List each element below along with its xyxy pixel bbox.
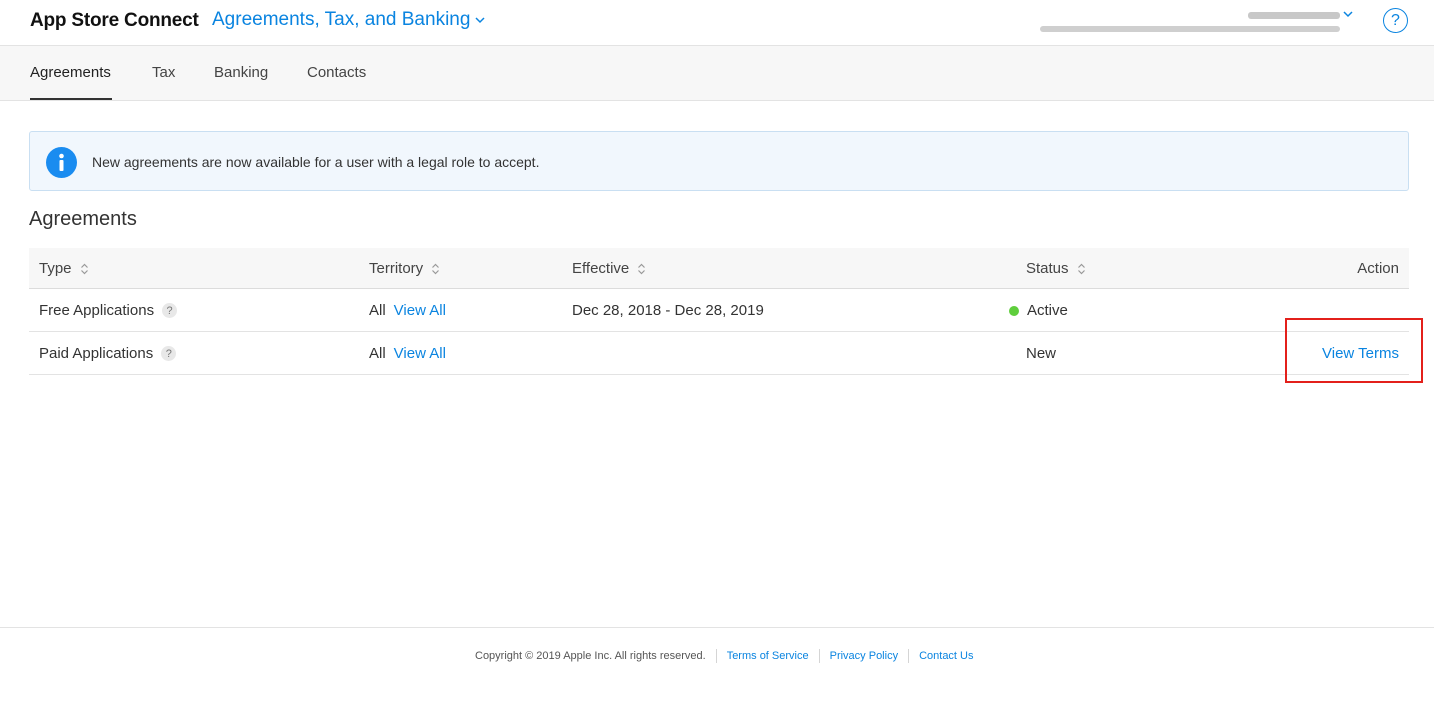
footer: Copyright © 2019 Apple Inc. All rights r… [0, 627, 1434, 706]
tab-agreements[interactable]: Agreements [30, 64, 111, 81]
sort-icon [1077, 263, 1085, 274]
privacy-policy-link[interactable]: Privacy Policy [830, 650, 898, 662]
footer-divider [818, 649, 820, 663]
contact-us-link[interactable]: Contact Us [919, 650, 973, 662]
chevron-down-icon [475, 17, 485, 24]
cell-type: Free Applications ? [39, 302, 178, 319]
column-header-status[interactable]: Status [1026, 260, 1086, 277]
cell-type: Paid Applications ? [39, 345, 177, 362]
tab-banking[interactable]: Banking [214, 64, 268, 81]
account-team-redacted [1040, 26, 1340, 32]
app-title[interactable]: App Store Connect [30, 10, 199, 32]
help-icon[interactable]: ? [162, 303, 178, 318]
table-row: Paid Applications ? All View All New Vie… [29, 332, 1409, 375]
section-heading: Agreements [29, 208, 137, 230]
terms-of-service-link[interactable]: Terms of Service [727, 650, 809, 662]
footer-divider [908, 649, 910, 663]
column-header-territory[interactable]: Territory [369, 260, 440, 277]
cell-effective: Dec 28, 2018 - Dec 28, 2019 [572, 302, 764, 319]
tab-tax[interactable]: Tax [152, 64, 175, 81]
agreements-table: Type Territory Effective Status Action F… [29, 248, 1409, 375]
cell-status: Active [1009, 302, 1068, 319]
table-row: Free Applications ? All View All Dec 28,… [29, 289, 1409, 332]
tab-contacts[interactable]: Contacts [307, 64, 366, 81]
column-header-effective[interactable]: Effective [572, 260, 646, 277]
active-tab-indicator [30, 98, 112, 100]
cell-status: New [1026, 345, 1057, 362]
help-icon[interactable]: ? [161, 346, 177, 361]
column-header-action: Action [1357, 260, 1399, 277]
section-switcher[interactable]: Agreements, Tax, and Banking [212, 9, 486, 31]
alert-message: New agreements are now available for a u… [92, 154, 540, 170]
tab-bar: Agreements Tax Banking Contacts [0, 46, 1434, 101]
copyright-text: Copyright © 2019 Apple Inc. All rights r… [475, 650, 706, 662]
footer-divider [715, 649, 717, 663]
info-icon [46, 147, 77, 178]
sort-icon [638, 263, 646, 274]
cell-territory: All View All [369, 302, 446, 319]
table-header: Type Territory Effective Status Action [29, 248, 1409, 289]
highlight-annotation [1285, 318, 1423, 383]
active-status-dot [1009, 305, 1019, 316]
view-all-link[interactable]: View All [394, 345, 446, 362]
section-title: Agreements, Tax, and Banking [212, 9, 471, 30]
info-alert: New agreements are now available for a u… [29, 131, 1409, 191]
footer-links: Copyright © 2019 Apple Inc. All rights r… [475, 649, 974, 663]
view-all-link[interactable]: View All [394, 302, 446, 319]
help-button[interactable]: ? [1383, 8, 1408, 33]
column-header-type[interactable]: Type [39, 260, 89, 277]
top-header: App Store Connect Agreements, Tax, and B… [0, 0, 1434, 46]
account-menu[interactable] [1040, 6, 1360, 40]
sort-icon [432, 263, 440, 274]
sort-icon [80, 263, 88, 274]
chevron-down-icon [1343, 11, 1353, 18]
cell-territory: All View All [369, 345, 446, 362]
account-name-redacted [1248, 12, 1340, 19]
